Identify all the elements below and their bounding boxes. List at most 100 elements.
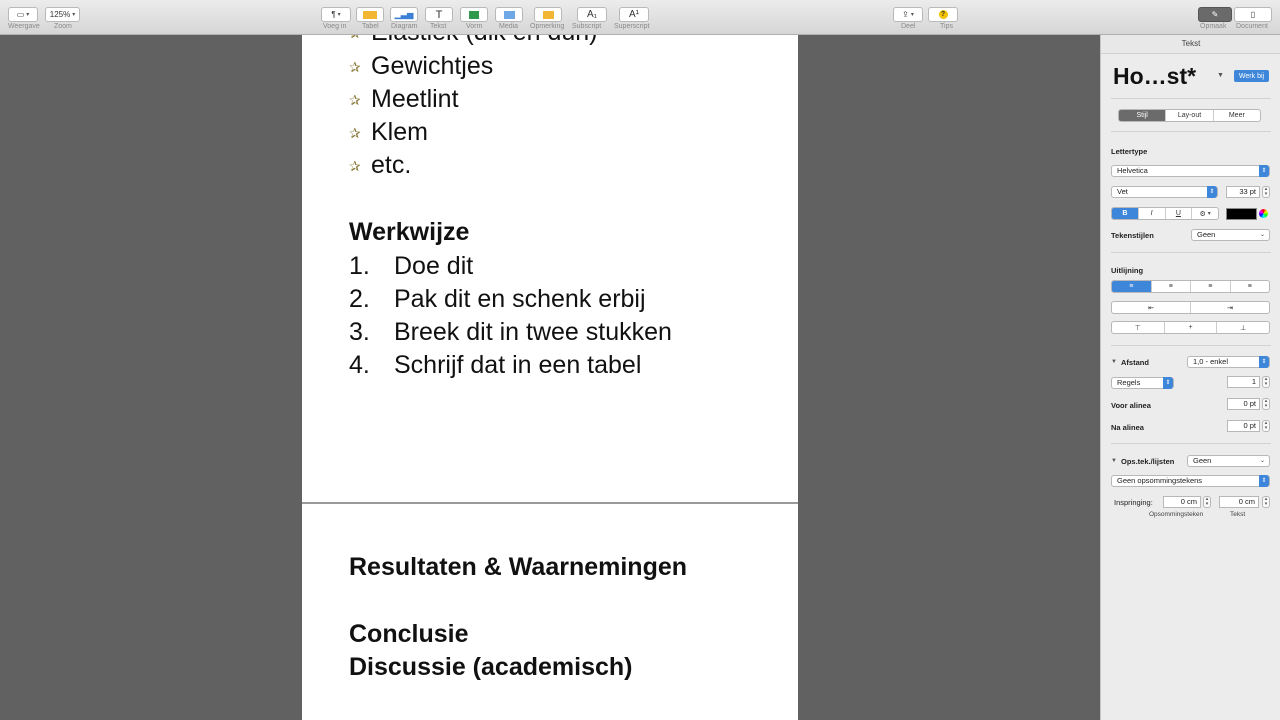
shape-button[interactable] [460,7,488,22]
chevron-updown-icon: ⇕ [1163,377,1173,389]
before-paragraph-stepper[interactable]: ▴ ▾ [1262,398,1270,410]
method-step[interactable]: 2. Pak dit en schenk erbij [349,284,646,314]
align-justify-icon[interactable]: ≡ [1231,281,1270,292]
increase-indent-icon[interactable]: ⇥ [1191,302,1269,313]
zoom-select[interactable]: 125% ▾ [45,7,80,22]
view-button[interactable]: ▭ ▾ [8,7,38,22]
material-item[interactable]: ✰ Gewichtjes [349,51,493,82]
bold-button[interactable]: B [1112,208,1139,219]
material-item[interactable]: ✰Elastiek (dik en dun) [349,35,598,48]
star-bullet-icon: ✰ [349,158,361,175]
indent-text-stepper[interactable]: ▴ ▾ [1262,496,1270,508]
line-count-field[interactable]: 1 [1227,376,1260,388]
table-button[interactable] [356,7,384,22]
text-button[interactable]: T [425,7,453,22]
insert-button[interactable]: ¶ ▾ [321,7,351,22]
style-dropdown-icon[interactable]: ▼ [1217,72,1224,79]
comment-button[interactable] [534,7,562,22]
char-styles-select[interactable]: Geen ⌄ [1191,229,1270,241]
material-item[interactable]: ✰ etc. [349,150,411,181]
italic-button[interactable]: I [1139,208,1166,219]
indent-label: Inspringing: [1114,498,1153,507]
table-icon [363,10,377,19]
text-options-button[interactable]: ⚙ ▾ [1192,208,1218,219]
chart-label: Diagram [391,23,418,30]
align-left-icon[interactable]: ≡ [1112,281,1152,292]
results-heading[interactable]: Resultaten & Waarnemingen [349,552,687,582]
disclosure-triangle-icon[interactable]: ▼ [1111,458,1117,464]
chevron-down-icon: ⌄ [1259,232,1265,238]
spacing-select[interactable]: 1,0 - enkel ⇕ [1187,356,1270,368]
shape-label: Vorm [466,23,483,30]
tips-button[interactable]: ? [928,7,958,22]
conclusion-heading[interactable]: Conclusie [349,619,468,649]
font-size-stepper[interactable]: ▴ ▾ [1262,186,1270,198]
chevron-updown-icon: ⇕ [1207,186,1217,198]
indent-bullet-field[interactable]: 0 cm [1163,496,1201,508]
align-top-icon[interactable]: ⊤ [1112,322,1165,333]
subscript-button[interactable]: A₁ [577,7,607,22]
after-paragraph-label: Na alinea [1111,423,1144,432]
tab-more[interactable]: Meer [1214,110,1260,121]
color-wheel-icon[interactable] [1259,209,1268,218]
line-spacing-type-select[interactable]: Regels ⇕ [1111,377,1174,389]
bullet-type-select[interactable]: Geen opsommingstekens ⇕ [1111,475,1270,487]
align-bottom-icon[interactable]: ⊥ [1217,322,1269,333]
method-heading[interactable]: Werkwijze [349,217,469,247]
chart-icon: ▁▃▅ [394,10,414,19]
comment-icon [542,10,554,19]
update-style-button[interactable]: Werk bij [1234,70,1269,82]
font-size-field[interactable]: 33 pt [1226,186,1260,198]
document-page-2[interactable]: Resultaten & Waarnemingen Conclusie Disc… [302,504,798,720]
material-item[interactable]: ✰ Meetlint [349,84,459,115]
decrease-indent-icon[interactable]: ⇤ [1112,302,1191,313]
sidebar-header: Tekst [1101,35,1280,54]
alignment-buttons: ≡ ≡ ≡ ≡ [1111,280,1270,293]
chevron-updown-icon: ⇕ [1259,356,1269,368]
method-step[interactable]: 4. Schrijf dat in een tabel [349,350,641,380]
sidebar-tabs: Stijl Lay-out Meer [1118,109,1261,122]
format-label: Opmaak [1200,23,1227,30]
disclosure-triangle-icon[interactable]: ▼ [1111,359,1117,365]
superscript-button[interactable]: A¹ [619,7,649,22]
material-item[interactable]: ✰ Klem [349,117,428,148]
align-center-icon[interactable]: ≡ [1152,281,1191,292]
format-button[interactable]: ✎ [1198,7,1232,22]
line-count-stepper[interactable]: ▴ ▾ [1262,376,1270,388]
align-middle-icon[interactable]: + [1165,322,1218,333]
indent-text-field[interactable]: 0 cm [1219,496,1259,508]
text-color-swatch[interactable] [1226,208,1257,220]
after-paragraph-stepper[interactable]: ▴ ▾ [1262,420,1270,432]
shape-icon [469,10,479,19]
method-step[interactable]: 1. Doe dit [349,251,473,281]
before-paragraph-field[interactable]: 0 pt [1227,398,1260,410]
chevron-down-icon: ⌄ [1259,458,1265,464]
text-label: Tekst [430,23,447,30]
indent-buttons: ⇤ ⇥ [1111,301,1270,314]
view-icon: ▭ [16,10,25,19]
paintbrush-icon: ✎ [1211,10,1219,19]
tab-style[interactable]: Stijl [1119,110,1167,121]
discussion-heading[interactable]: Discussie (academisch) [349,652,632,682]
chart-button[interactable]: ▁▃▅ [390,7,418,22]
tab-layout[interactable]: Lay-out [1166,110,1214,121]
document-page-1[interactable]: ✰Elastiek (dik en dun) ✰Gewichtjes ✰Meet… [302,35,798,502]
font-family-select[interactable]: Helvetica ⇕ [1111,165,1270,177]
superscript-label: Superscript [614,23,650,30]
underline-button[interactable]: U [1166,208,1193,219]
bullets-select[interactable]: Geen ⌄ [1187,455,1270,467]
share-button[interactable]: ⇪ ▾ [893,7,923,22]
font-weight-select[interactable]: Vet ⇕ [1111,186,1218,198]
align-right-icon[interactable]: ≡ [1191,281,1231,292]
indent-bullet-stepper[interactable]: ▴ ▾ [1203,496,1211,508]
document-icon: ▯ [1250,10,1256,19]
paragraph-style-name[interactable]: Ho…st* [1113,63,1196,90]
media-button[interactable] [495,7,523,22]
zoom-label: Zoom [54,23,72,30]
document-label: Document [1236,23,1268,30]
after-paragraph-field[interactable]: 0 pt [1227,420,1260,432]
table-label: Tabel [362,23,379,30]
method-step[interactable]: 3. Breek dit in twee stukken [349,317,672,347]
document-button[interactable]: ▯ [1234,7,1272,22]
text-style-buttons: B I U ⚙ ▾ [1111,207,1219,220]
